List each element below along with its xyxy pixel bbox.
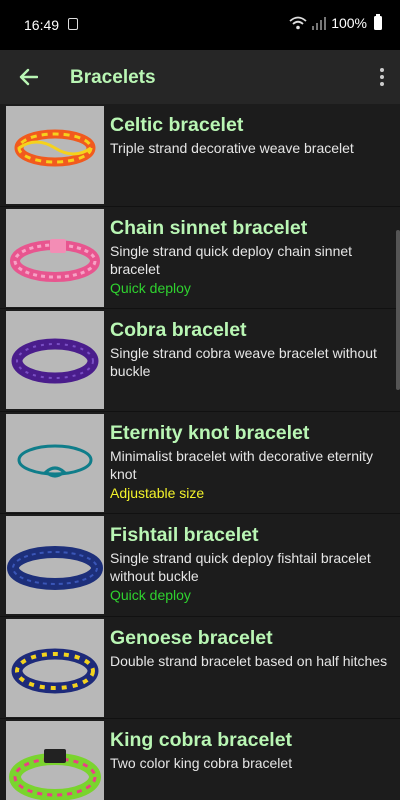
item-title: Cobra bracelet [110,319,247,341]
list-item[interactable]: Cobra bracelet Single strand cobra weave… [0,309,400,412]
back-button[interactable] [14,63,42,91]
scrollbar[interactable] [396,230,400,390]
item-description: Minimalist bracelet with decorative eter… [110,447,373,482]
item-tag: Adjustable size [110,484,205,501]
more-vert-icon[interactable] [374,63,390,91]
list-item[interactable]: Genoese bracelet Double strand bracelet … [0,617,400,719]
item-description: Two color king cobra bracelet [110,755,293,771]
item-tag: Quick deploy [110,279,191,296]
bracelet-thumbnail [6,311,104,409]
item-title: Fishtail bracelet [110,524,259,546]
status-right: 100% [289,14,382,31]
bracelet-thumbnail [6,208,104,307]
item-title: Eternity knot bracelet [110,421,310,444]
list-item[interactable]: Chain sinnet bracelet Single strand quic… [0,207,400,309]
page-title: Bracelets [70,67,156,88]
notification-icon [68,18,78,30]
list-item[interactable]: Celtic bracelet Triple strand decorative… [0,104,400,207]
bracelet-thumbnail [6,618,104,717]
bracelet-thumbnail [6,106,104,204]
list-item[interactable]: Eternity knot bracelet Minimalist bracel… [0,412,400,514]
item-title: Genoese bracelet [110,626,273,649]
battery-icon [374,14,382,30]
bracelet-thumbnail [6,413,104,512]
item-description: Single strand quick deploy chain sinnet … [110,242,353,277]
bracelet-thumbnail [6,516,104,614]
app-bar: Bracelets [0,50,400,104]
battery-percent: 100% [331,15,367,31]
list-item[interactable]: King cobra bracelet Two color king cobra… [0,719,400,800]
item-description: Triple strand decorative weave bracelet [110,140,354,156]
arrow-left-icon [19,68,38,86]
bracelet-thumbnail [6,721,104,800]
bracelet-list: Celtic bracelet Triple strand decorative… [0,104,400,800]
item-description: Double strand bracelet based on half hit… [110,652,388,669]
item-title: Celtic bracelet [110,114,244,136]
item-title: Chain sinnet bracelet [110,216,308,239]
item-description: Single strand cobra weave bracelet witho… [110,345,377,379]
status-bar: 16:49 100% [0,0,400,50]
list-item[interactable]: Fishtail bracelet Single strand quick de… [0,514,400,617]
status-time: 16:49 [24,17,60,33]
item-title: King cobra bracelet [110,729,293,751]
wifi-icon [289,16,307,30]
item-tag: Quick deploy [110,587,191,603]
signal-icon [312,17,327,30]
item-description: Single strand quick deploy fishtail brac… [110,550,371,584]
